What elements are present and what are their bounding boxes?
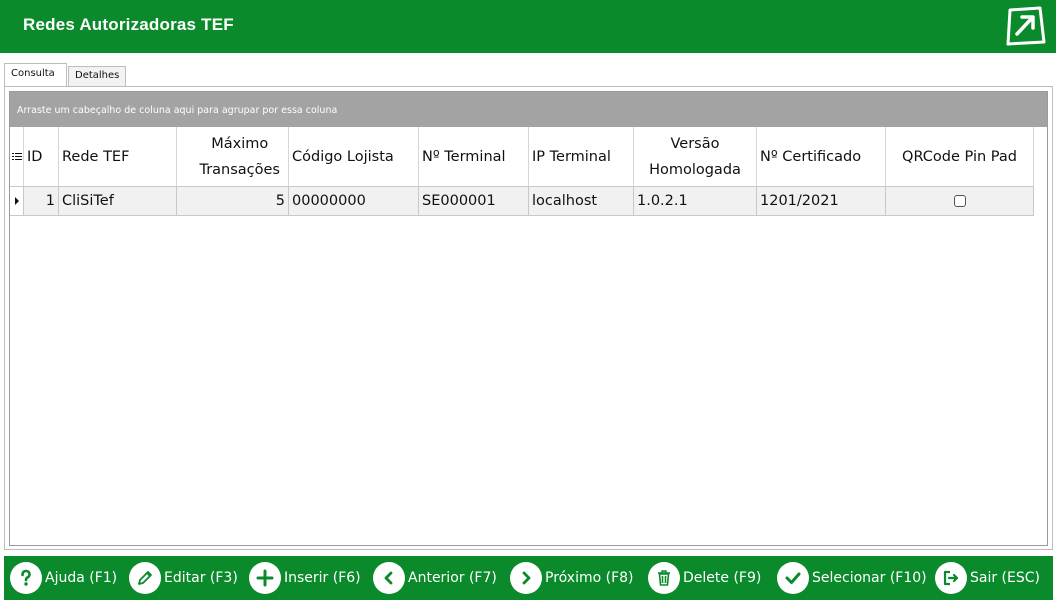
anterior-button-label: Anterior (F7) — [408, 570, 497, 586]
action-toolbar: Ajuda (F1) Editar (F3) Inserir (F6) Ante… — [4, 556, 1053, 600]
sair-button-label: Sair (ESC) — [970, 570, 1040, 586]
chevron-left-icon — [373, 562, 405, 594]
tab-detalhes[interactable]: Detalhes — [68, 66, 126, 87]
selecionar-button[interactable]: Selecionar (F10) — [777, 562, 927, 594]
inserir-button-label: Inserir (F6) — [284, 570, 361, 586]
column-header-certificado[interactable]: Nº Certificado — [757, 127, 886, 186]
qrcode-checkbox[interactable] — [953, 195, 966, 207]
editar-button[interactable]: Editar (F3) — [129, 562, 238, 594]
proximo-button[interactable]: Próximo (F8) — [510, 562, 634, 594]
check-icon — [777, 562, 809, 594]
delete-button-label: Delete (F9) — [683, 570, 762, 586]
cell-terminal[interactable]: SE000001 — [419, 186, 529, 216]
sair-button[interactable]: Sair (ESC) — [935, 562, 1040, 594]
row-indicator-icon[interactable] — [10, 186, 24, 216]
window-title: Redes Autorizadoras TEF — [23, 15, 234, 34]
ajuda-button-label: Ajuda (F1) — [45, 570, 118, 586]
exit-icon — [935, 562, 967, 594]
cell-qrcode-pin-pad[interactable] — [886, 186, 1034, 216]
cell-id[interactable]: 1 — [24, 186, 59, 216]
tab-consulta[interactable]: Consulta — [4, 63, 67, 87]
pencil-icon — [129, 562, 161, 594]
column-header-rede-tef[interactable]: Rede TEF — [59, 127, 177, 186]
editar-button-label: Editar (F3) — [164, 570, 238, 586]
group-by-panel[interactable]: Arraste um cabeçalho de coluna aqui para… — [10, 92, 1047, 127]
tab-detalhes-label: Detalhes — [75, 70, 120, 81]
cell-ip-terminal[interactable]: localhost — [529, 186, 634, 216]
anterior-button[interactable]: Anterior (F7) — [373, 562, 497, 594]
exit-arrow-logo-icon — [1006, 6, 1046, 46]
proximo-button-label: Próximo (F8) — [545, 570, 634, 586]
consulta-panel: Arraste um cabeçalho de coluna aqui para… — [4, 86, 1053, 550]
data-grid: Arraste um cabeçalho de coluna aqui para… — [9, 91, 1048, 546]
plus-icon — [249, 562, 281, 594]
cell-certificado[interactable]: 1201/2021 — [757, 186, 886, 216]
cell-rede-tef[interactable]: CliSiTef — [59, 186, 177, 216]
column-header-versao-homologada[interactable]: Versão Homologada — [634, 127, 757, 186]
question-icon — [10, 562, 42, 594]
column-header-id[interactable]: ID — [24, 127, 59, 186]
column-header-maximo-transacoes[interactable]: Máximo Transações — [177, 127, 289, 186]
delete-button[interactable]: Delete (F9) — [648, 562, 761, 594]
cell-maximo-transacoes[interactable]: 5 — [177, 186, 289, 216]
column-header-codigo-lojista[interactable]: Código Lojista — [289, 127, 419, 186]
cell-versao-homologada[interactable]: 1.0.2.1 — [634, 186, 757, 216]
trash-icon — [648, 562, 680, 594]
column-chooser-icon[interactable] — [10, 127, 24, 186]
tab-consulta-label: Consulta — [11, 68, 55, 79]
column-header-qrcode-pin-pad[interactable]: QRCode Pin Pad — [886, 127, 1034, 186]
cell-codigo-lojista[interactable]: 00000000 — [289, 186, 419, 216]
column-header-terminal[interactable]: Nº Terminal — [419, 127, 529, 186]
column-header-ip-terminal[interactable]: IP Terminal — [529, 127, 634, 186]
chevron-right-icon — [510, 562, 542, 594]
ajuda-button[interactable]: Ajuda (F1) — [10, 562, 117, 594]
inserir-button[interactable]: Inserir (F6) — [249, 562, 361, 594]
title-bar: Redes Autorizadoras TEF — [0, 0, 1056, 53]
selecionar-button-label: Selecionar (F10) — [812, 570, 927, 586]
